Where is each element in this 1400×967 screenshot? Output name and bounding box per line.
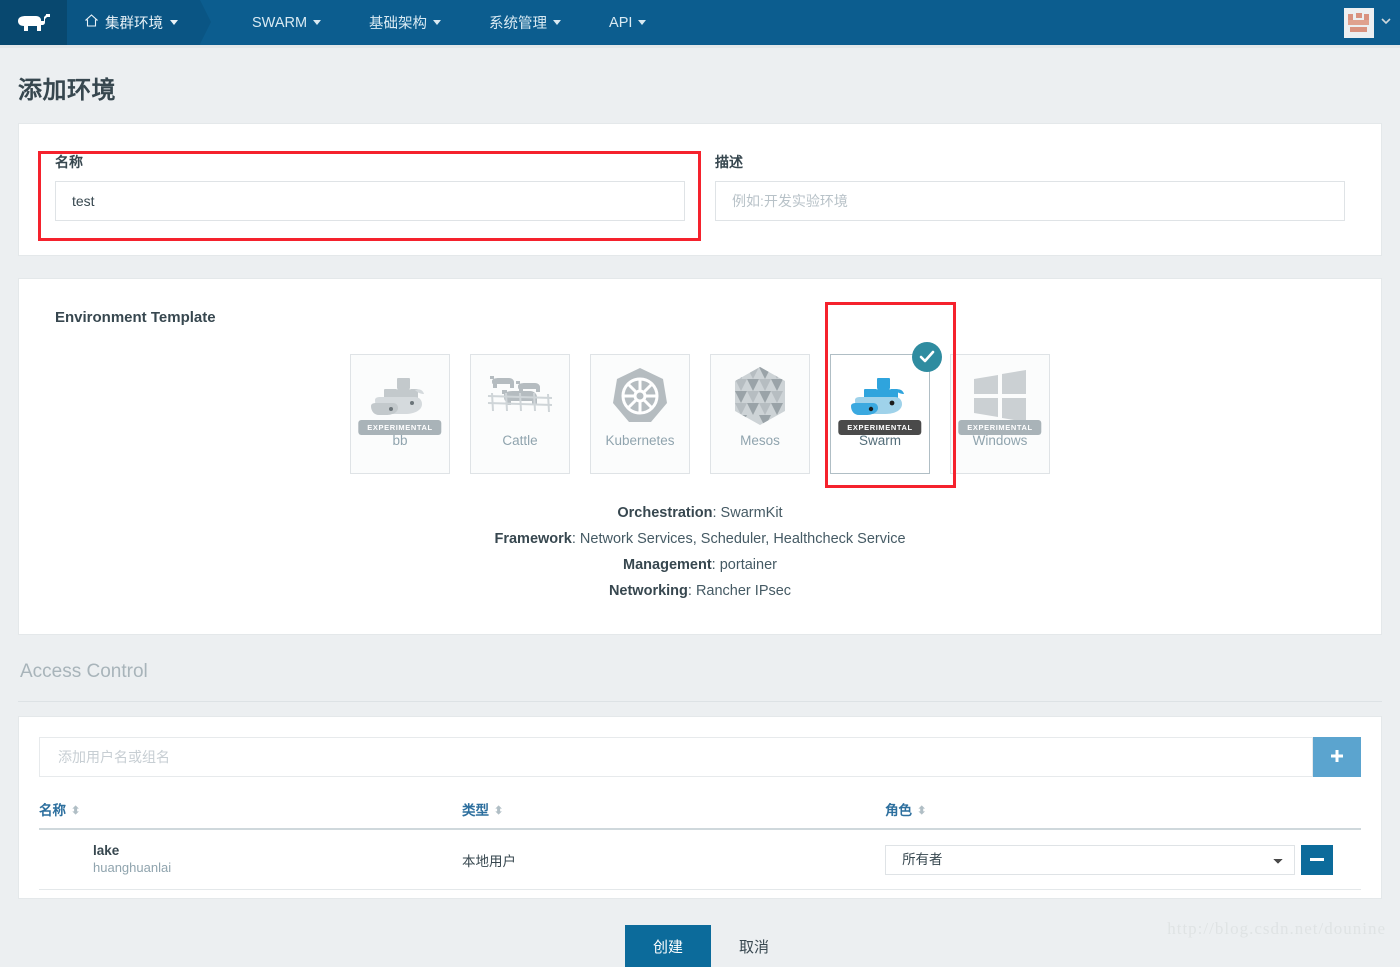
template-card-bb[interactable]: EXPERIMENTAL bb bbox=[350, 354, 450, 474]
access-control-header: Access Control bbox=[0, 635, 1400, 691]
avatar[interactable] bbox=[1344, 7, 1374, 38]
basic-info-panel: 名称 描述 bbox=[18, 123, 1382, 256]
detail-framework: Framework: Network Services, Scheduler, … bbox=[494, 531, 906, 547]
rancher-cow-logo-icon bbox=[16, 12, 52, 34]
access-control-divider bbox=[18, 701, 1382, 702]
navbar-caret-icon[interactable] bbox=[1380, 14, 1392, 32]
column-label: 角色 bbox=[885, 803, 913, 818]
minus-icon bbox=[1310, 858, 1325, 861]
name-input[interactable] bbox=[55, 181, 685, 221]
access-control-add-row bbox=[39, 737, 1361, 777]
detail-key: Networking bbox=[608, 583, 688, 599]
plus-icon bbox=[1329, 748, 1345, 767]
cell-role: 所有者 成员 只读 bbox=[885, 829, 1361, 890]
chevron-down-icon bbox=[433, 20, 442, 25]
column-label: 名称 bbox=[39, 803, 66, 818]
chevron-down-icon bbox=[170, 20, 178, 25]
table-header-row: 名称 ⬍ 类型 ⬍ 角色 ⬍ bbox=[39, 799, 1361, 830]
template-card-windows[interactable]: EXPERIMENTAL Windows bbox=[950, 354, 1050, 474]
description-input[interactable] bbox=[715, 181, 1345, 221]
template-card-kubernetes[interactable]: Kubernetes bbox=[590, 354, 690, 474]
description-label: 描述 bbox=[715, 154, 743, 170]
home-icon bbox=[84, 14, 99, 31]
environment-template-title: Environment Template bbox=[55, 309, 216, 326]
experimental-badge: EXPERIMENTAL bbox=[358, 420, 442, 435]
environment-template-panel: Environment Template EXPERIMENTAL bb Cat… bbox=[18, 278, 1382, 635]
experimental-badge: EXPERIMENTAL bbox=[958, 420, 1042, 435]
remove-user-button[interactable] bbox=[1301, 844, 1334, 875]
column-header-role[interactable]: 角色 ⬍ bbox=[885, 799, 1361, 830]
access-control-panel: 名称 ⬍ 类型 ⬍ 角色 ⬍ lake huanghuanlai 本地用户 bbox=[18, 716, 1382, 899]
windows-logo-icon: EXPERIMENTAL bbox=[951, 355, 1049, 437]
nav-item-swarm[interactable]: SWARM bbox=[228, 0, 345, 45]
detail-value: SwarmKit bbox=[720, 505, 783, 521]
detail-orchestration: Orchestration: SwarmKit bbox=[617, 505, 783, 521]
name-field-group: 名称 bbox=[55, 152, 685, 221]
cattle-icon bbox=[471, 355, 569, 437]
nav-item-label: 系统管理 bbox=[489, 16, 548, 32]
table-row: lake huanghuanlai 本地用户 所有者 成员 只读 bbox=[39, 829, 1361, 890]
column-header-type[interactable]: 类型 ⬍ bbox=[462, 799, 886, 830]
cell-name: lake huanghuanlai bbox=[39, 829, 463, 890]
nav-item-label: SWARM bbox=[252, 14, 308, 31]
nav-item-label: API bbox=[609, 14, 633, 31]
create-button[interactable]: 创建 bbox=[624, 925, 711, 967]
kubernetes-helm-icon bbox=[591, 355, 689, 437]
template-details: Orchestration: SwarmKit Framework: Netwo… bbox=[55, 500, 1345, 604]
description-field-group: 描述 bbox=[715, 152, 1345, 221]
docker-whale-icon: EXPERIMENTAL bbox=[831, 355, 929, 437]
mesos-hexagon-icon bbox=[711, 355, 809, 437]
add-user-input[interactable] bbox=[39, 737, 1313, 777]
add-user-button[interactable] bbox=[1313, 737, 1361, 777]
sort-icon: ⬍ bbox=[71, 805, 81, 817]
environment-selector[interactable]: 集群环境 bbox=[67, 0, 211, 45]
rancher-logo[interactable] bbox=[0, 0, 67, 45]
page-title: 添加环境 bbox=[18, 77, 116, 104]
cell-type: 本地用户 bbox=[462, 829, 886, 890]
detail-value: portainer bbox=[719, 557, 777, 573]
chevron-down-icon bbox=[553, 20, 562, 25]
navbar-menu: SWARM 基础架构 系统管理 API bbox=[200, 0, 670, 45]
environment-selector-label: 集群环境 bbox=[105, 16, 163, 32]
top-navbar: 集群环境 SWARM 基础架构 系统管理 API bbox=[0, 0, 1400, 45]
template-card-cattle[interactable]: Cattle bbox=[470, 354, 570, 474]
detail-value: Rancher IPsec bbox=[695, 583, 792, 599]
sort-icon: ⬍ bbox=[494, 805, 504, 817]
nav-item-system-admin[interactable]: 系统管理 bbox=[465, 0, 585, 45]
access-control-table: 名称 ⬍ 类型 ⬍ 角色 ⬍ lake huanghuanlai 本地用户 所有… bbox=[39, 799, 1361, 890]
chevron-down-icon bbox=[313, 20, 322, 25]
template-card-mesos[interactable]: Mesos bbox=[710, 354, 810, 474]
role-select[interactable]: 所有者 成员 只读 bbox=[885, 844, 1296, 875]
chevron-down-icon bbox=[638, 20, 647, 25]
access-control-title: Access Control bbox=[20, 661, 148, 682]
column-header-name[interactable]: 名称 ⬍ bbox=[39, 799, 463, 830]
docker-whale-icon: EXPERIMENTAL bbox=[351, 355, 449, 437]
navbar-right bbox=[1344, 0, 1400, 45]
watermark: http://blog.csdn.net/dounine bbox=[1167, 919, 1386, 938]
column-label: 类型 bbox=[462, 803, 490, 818]
name-label: 名称 bbox=[55, 154, 83, 170]
nav-item-label: 基础架构 bbox=[369, 16, 428, 32]
environment-template-card-list: EXPERIMENTAL bb Cattle Kubernetes Mesos … bbox=[55, 342, 1345, 474]
check-circle-icon bbox=[912, 342, 942, 372]
cancel-button[interactable]: 取消 bbox=[733, 936, 775, 957]
experimental-badge: EXPERIMENTAL bbox=[838, 420, 922, 435]
detail-key: Orchestration bbox=[617, 505, 713, 521]
page-header: 添加环境 bbox=[0, 48, 1400, 123]
detail-value: Network Services, Scheduler, Healthcheck… bbox=[579, 531, 906, 547]
nav-item-infrastructure[interactable]: 基础架构 bbox=[345, 0, 465, 45]
user-avatar-icon bbox=[1347, 10, 1371, 35]
detail-key: Framework bbox=[494, 531, 572, 547]
template-card-swarm[interactable]: EXPERIMENTAL Swarm bbox=[830, 342, 942, 474]
nav-item-api[interactable]: API bbox=[585, 0, 670, 45]
detail-management: Management: portainer bbox=[623, 557, 777, 573]
detail-key: Management bbox=[623, 557, 712, 573]
detail-networking: Networking: Rancher IPsec bbox=[608, 583, 792, 599]
user-subname: huanghuanlai bbox=[93, 860, 172, 875]
sort-icon: ⬍ bbox=[917, 805, 927, 817]
user-name: lake bbox=[93, 843, 120, 858]
